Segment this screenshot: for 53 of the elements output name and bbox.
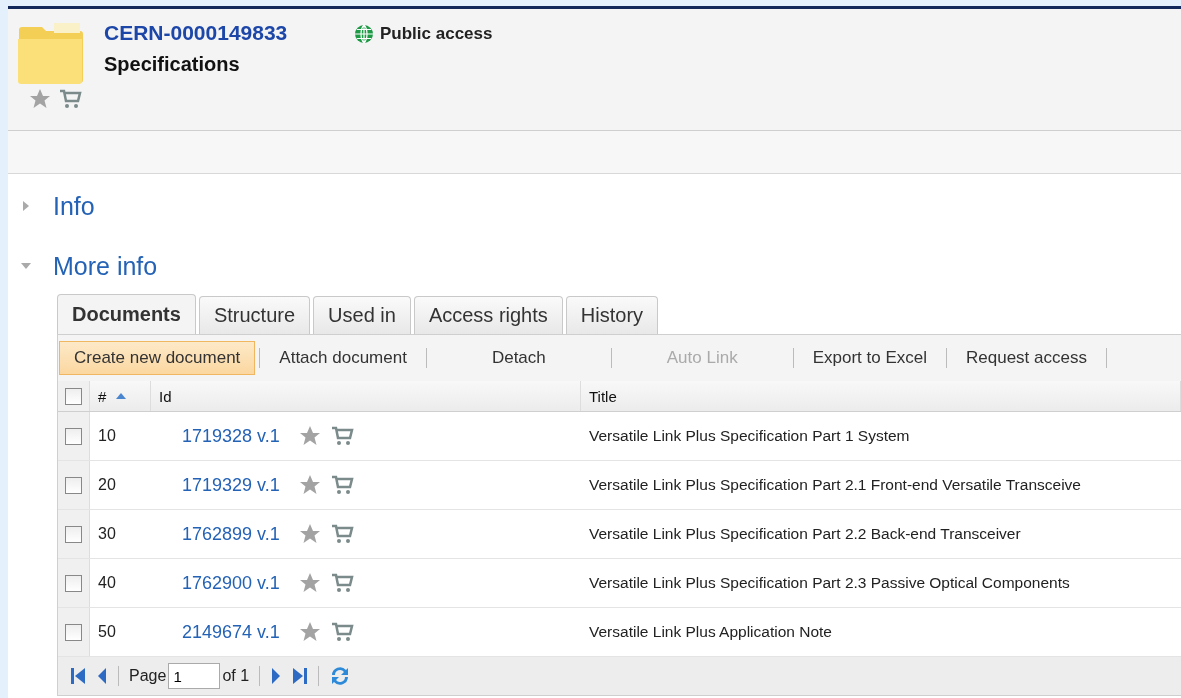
cart-icon[interactable]: [329, 473, 354, 497]
previous-page-icon[interactable]: [96, 667, 108, 685]
toolbar-button[interactable]: Request access: [951, 341, 1102, 375]
section-title[interactable]: More info: [53, 251, 158, 281]
tab[interactable]: Access rights: [413, 296, 563, 334]
document-title: Versatile Link Plus Specification Part 2.1 Front-end Versatile Transceive: [589, 476, 1081, 494]
select-all-checkbox[interactable]: [65, 387, 82, 405]
page-label: Page: [129, 667, 167, 685]
cart-icon[interactable]: [329, 424, 354, 448]
folder-name: Specifications: [104, 53, 241, 76]
column-header[interactable]: #: [90, 381, 151, 411]
document-link[interactable]: 1762899 v.1: [182, 523, 280, 545]
row-number: 10: [98, 427, 116, 445]
globe-icon: [354, 24, 374, 44]
row-number: 50: [98, 623, 116, 641]
toolbar-button[interactable]: Attach document: [264, 341, 422, 375]
document-title: Versatile Link Plus Specification Part 2.3 Passive Optical Components: [589, 574, 1070, 592]
document-code: CERN-0000149833: [104, 21, 289, 45]
toolbar-button[interactable]: Detach: [430, 341, 607, 375]
document-link[interactable]: 2149674 v.1: [182, 621, 280, 643]
document-link[interactable]: 1719329 v.1: [182, 474, 280, 496]
row-number: 30: [98, 525, 116, 543]
document-link[interactable]: 1719328 v.1: [182, 425, 280, 447]
page-count: of 1: [222, 667, 250, 685]
row-checkbox[interactable]: [65, 525, 82, 543]
first-page-icon[interactable]: [70, 667, 86, 685]
document-title: Versatile Link Plus Specification Part 1 System: [589, 427, 910, 445]
cart-icon[interactable]: [58, 87, 82, 111]
cart-icon[interactable]: [329, 620, 354, 644]
document-link[interactable]: 1762900 v.1: [182, 572, 280, 594]
toolbar-button[interactable]: Export to Excel: [797, 341, 942, 375]
row-checkbox[interactable]: [65, 427, 82, 445]
tab[interactable]: Used in: [313, 296, 411, 334]
row-number: 20: [98, 476, 116, 494]
document-title: Versatile Link Plus Specification Part 2.2 Back-end Transceiver: [589, 525, 1021, 543]
row-checkbox[interactable]: [65, 476, 82, 494]
toolbar-button[interactable]: Create new document: [59, 341, 256, 375]
row-number: 40: [98, 574, 116, 592]
column-header[interactable]: Id: [151, 381, 581, 411]
tab[interactable]: History: [565, 296, 659, 334]
access-label: Public access: [380, 24, 493, 44]
cart-icon[interactable]: [329, 522, 354, 546]
page-input[interactable]: 1: [168, 663, 221, 689]
cart-icon[interactable]: [329, 571, 354, 595]
document-title: Versatile Link Plus Application Note: [589, 623, 832, 641]
tab[interactable]: Documents: [57, 294, 196, 334]
column-header[interactable]: Title: [581, 381, 1181, 411]
last-page-icon[interactable]: [292, 667, 309, 685]
section-title[interactable]: Info: [53, 191, 95, 221]
tab[interactable]: Structure: [198, 296, 311, 334]
row-checkbox[interactable]: [65, 574, 82, 592]
row-checkbox[interactable]: [65, 623, 82, 641]
next-page-icon[interactable]: [270, 667, 283, 685]
